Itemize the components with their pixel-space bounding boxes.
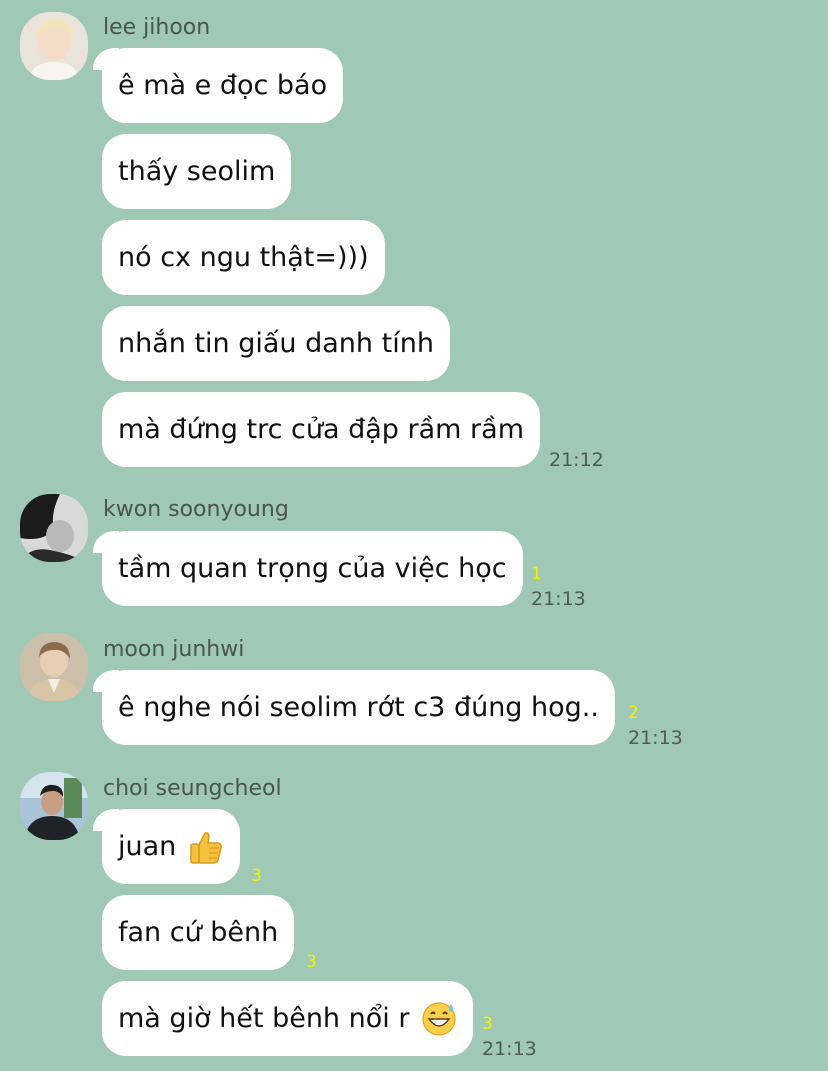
- message-bubble[interactable]: nó cx ngu thật=))): [102, 220, 385, 295]
- sweat-smile-icon: [421, 1001, 457, 1037]
- sender-name: moon junhwi: [103, 637, 245, 662]
- sender-name: choi seungcheol: [103, 776, 282, 801]
- message-text: nhắn tin giấu danh tính: [118, 328, 434, 359]
- avatar-kwon-soonyoung[interactable]: [20, 494, 88, 562]
- unread-count: 2: [628, 703, 639, 723]
- message-text: nó cx ngu thật=))): [118, 242, 369, 273]
- thumbs-up-icon: [188, 829, 224, 865]
- avatar-moon-junhwi[interactable]: [20, 633, 88, 701]
- message-text: mà giờ hết bênh nổi r: [118, 1003, 410, 1034]
- message-bubble[interactable]: tầm quan trọng của việc học: [93, 531, 523, 606]
- sender-name: kwon soonyoung: [103, 497, 289, 522]
- message-timestamp: 21:12: [549, 449, 604, 471]
- message-bubble[interactable]: juan: [92, 809, 241, 884]
- message-text: thấy seolim: [118, 156, 276, 187]
- unread-count: 1: [531, 564, 542, 584]
- sender-name: lee jihoon: [103, 15, 211, 40]
- message-timestamp: 21:13: [482, 1038, 537, 1060]
- avatar-lee-jihoon[interactable]: [20, 12, 88, 80]
- message-text: tầm quan trọng của việc học: [118, 553, 507, 584]
- message-bubble[interactable]: thấy seolim: [102, 134, 292, 209]
- message-text: juan: [118, 831, 177, 862]
- message-bubble[interactable]: mà đứng trc cửa đập rầm rầm: [102, 392, 541, 467]
- avatar-choi-seungcheol[interactable]: [20, 772, 88, 840]
- message-bubble[interactable]: fan cứ bênh: [102, 895, 295, 970]
- message-text: ê nghe nói seolim rớt c3 đúng hog..: [118, 692, 599, 723]
- message-timestamp: 21:13: [628, 727, 683, 749]
- message-text: fan cứ bênh: [118, 917, 279, 948]
- message-bubble[interactable]: ê mà e đọc báo: [92, 48, 344, 123]
- unread-count: 3: [306, 952, 317, 972]
- unread-count: 3: [482, 1014, 493, 1034]
- message-text: ê mà e đọc báo: [118, 70, 328, 101]
- message-bubble[interactable]: nhắn tin giấu danh tính: [102, 306, 450, 381]
- message-bubble[interactable]: mà giờ hết bênh nổi r: [102, 981, 474, 1056]
- message-timestamp: 21:13: [531, 588, 586, 610]
- message-bubble[interactable]: ê nghe nói seolim rớt c3 đúng hog..: [93, 670, 615, 745]
- unread-count: 3: [251, 866, 262, 886]
- message-text: mà đứng trc cửa đập rầm rầm: [118, 414, 525, 445]
